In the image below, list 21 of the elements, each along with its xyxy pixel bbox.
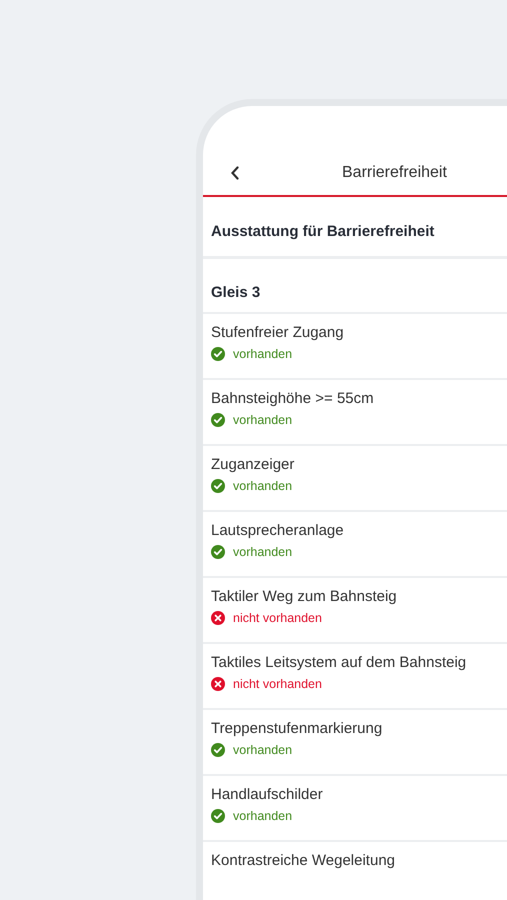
back-icon (230, 166, 240, 180)
status-text: vorhanden (233, 743, 292, 757)
feature-name: Kontrastreiche Wegeleitung (211, 852, 396, 869)
status-text: vorhanden (233, 413, 292, 427)
screen-title: Barrierefreiheit (342, 164, 447, 182)
group-title: Gleis 3 (203, 284, 507, 314)
status-text: nicht vorhanden (233, 611, 322, 625)
feature-name: Lautsprecheranlage (211, 522, 345, 539)
feature-name: Stufenfreier Zugang (211, 324, 345, 341)
status-text: vorhanden (233, 809, 292, 823)
section-title: Ausstattung für Barrierefreiheit (203, 197, 507, 259)
status-text: vorhanden (233, 347, 292, 361)
status-text: vorhanden (233, 545, 292, 559)
feature-name: Zuganzeiger (211, 456, 296, 473)
status-text: vorhanden (233, 479, 292, 493)
status-text: nicht vorhanden (233, 677, 322, 691)
feature-name: Treppenstufenmarkierung (211, 720, 384, 737)
feature-name: Handlaufschilder (211, 786, 324, 803)
feature-name: Taktiles Leitsystem auf dem Bahnsteig (211, 654, 468, 671)
feature-name: Taktiler Weg zum Bahnsteig (211, 588, 398, 605)
feature-name: Bahnsteighöhe >= 55cm (211, 390, 375, 407)
